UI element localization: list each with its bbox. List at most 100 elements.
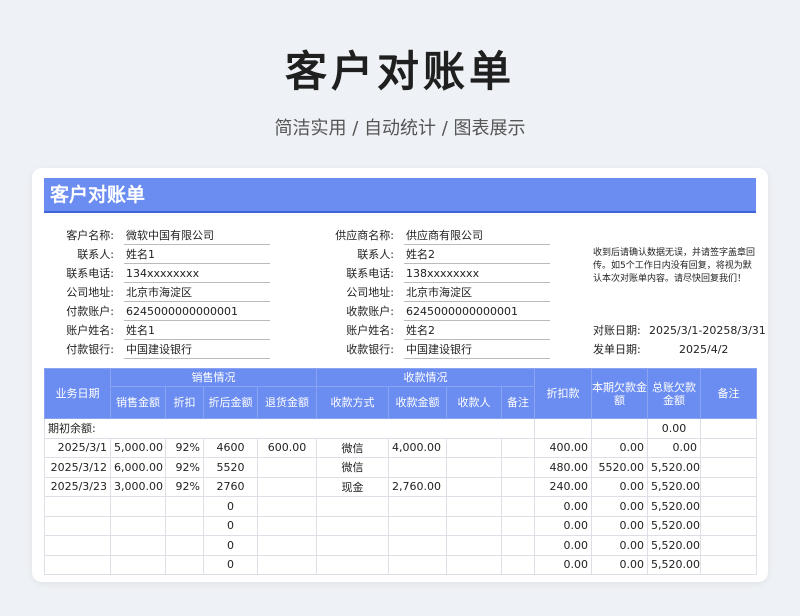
table-cell[interactable] bbox=[388, 496, 447, 517]
table-cell[interactable]: 微信 bbox=[316, 437, 389, 458]
table-cell[interactable] bbox=[388, 457, 447, 478]
table-cell[interactable] bbox=[44, 554, 111, 575]
table-cell[interactable] bbox=[446, 457, 502, 478]
table-cell[interactable] bbox=[388, 535, 447, 556]
table-cell[interactable] bbox=[501, 515, 535, 536]
table-cell[interactable]: 0.00 bbox=[591, 496, 648, 517]
table-cell[interactable] bbox=[257, 515, 317, 536]
table-cell[interactable]: 0.00 bbox=[591, 515, 648, 536]
table-cell[interactable]: 0.00 bbox=[534, 496, 592, 517]
table-cell[interactable] bbox=[257, 476, 317, 497]
table-cell[interactable]: 0.00 bbox=[591, 535, 648, 556]
table-cell[interactable] bbox=[110, 515, 166, 536]
table-cell[interactable]: 2025/3/1 bbox=[44, 437, 111, 458]
table-cell[interactable] bbox=[446, 554, 502, 575]
table-cell[interactable]: 0.00 bbox=[647, 437, 701, 458]
table-cell[interactable]: 92% bbox=[165, 437, 204, 458]
table-cell[interactable]: 2760 bbox=[203, 476, 258, 497]
customer-name-field[interactable]: 微软中国有限公司 bbox=[124, 226, 270, 245]
table-cell[interactable] bbox=[110, 496, 166, 517]
customer-address-field[interactable]: 北京市海淀区 bbox=[124, 283, 270, 302]
table-cell[interactable] bbox=[700, 457, 757, 478]
table-cell[interactable] bbox=[316, 515, 389, 536]
customer-contact-field[interactable]: 姓名1 bbox=[124, 245, 270, 264]
table-cell[interactable]: 0 bbox=[203, 535, 258, 556]
supplier-address-field[interactable]: 北京市海淀区 bbox=[404, 283, 550, 302]
table-cell[interactable]: 400.00 bbox=[534, 437, 592, 458]
table-cell[interactable] bbox=[165, 515, 204, 536]
table-cell[interactable] bbox=[257, 535, 317, 556]
table-cell[interactable] bbox=[388, 515, 447, 536]
table-cell[interactable]: 5,520.00 bbox=[647, 535, 701, 556]
table-cell[interactable] bbox=[700, 515, 757, 536]
table-cell[interactable] bbox=[446, 476, 502, 497]
table-cell[interactable] bbox=[257, 457, 317, 478]
table-cell[interactable] bbox=[446, 437, 502, 458]
supplier-name-field[interactable]: 供应商有限公司 bbox=[404, 226, 550, 245]
table-cell[interactable] bbox=[534, 418, 592, 439]
table-cell[interactable] bbox=[501, 554, 535, 575]
supplier-bank-field[interactable]: 中国建设银行 bbox=[404, 340, 550, 359]
table-cell[interactable] bbox=[388, 554, 447, 575]
opening-balance-value[interactable]: 0.00 bbox=[647, 418, 701, 439]
table-cell[interactable]: 3,000.00 bbox=[110, 476, 166, 497]
table-cell[interactable]: 5,000.00 bbox=[110, 437, 166, 458]
table-cell[interactable]: 6,000.00 bbox=[110, 457, 166, 478]
table-cell[interactable] bbox=[501, 476, 535, 497]
table-cell[interactable] bbox=[44, 515, 111, 536]
supplier-account-name-field[interactable]: 姓名2 bbox=[404, 321, 550, 340]
table-cell[interactable]: 现金 bbox=[316, 476, 389, 497]
table-cell[interactable]: 240.00 bbox=[534, 476, 592, 497]
table-cell[interactable] bbox=[44, 496, 111, 517]
supplier-contact-field[interactable]: 姓名2 bbox=[404, 245, 550, 264]
table-cell[interactable]: 2025/3/23 bbox=[44, 476, 111, 497]
table-cell[interactable] bbox=[501, 535, 535, 556]
table-cell[interactable]: 5,520.00 bbox=[647, 496, 701, 517]
table-cell[interactable]: 0.00 bbox=[534, 535, 592, 556]
table-cell[interactable] bbox=[700, 535, 757, 556]
table-cell[interactable]: 4600 bbox=[203, 437, 258, 458]
customer-account-name-field[interactable]: 姓名1 bbox=[124, 321, 270, 340]
supplier-account-field[interactable]: 6245000000000001 bbox=[404, 302, 550, 321]
table-cell[interactable] bbox=[316, 535, 389, 556]
table-cell[interactable] bbox=[446, 535, 502, 556]
customer-account-field[interactable]: 6245000000000001 bbox=[124, 302, 270, 321]
table-cell[interactable]: 0.00 bbox=[534, 554, 592, 575]
supplier-phone-field[interactable]: 138xxxxxxxx bbox=[404, 264, 550, 283]
table-cell[interactable]: 0 bbox=[203, 554, 258, 575]
table-cell[interactable] bbox=[700, 496, 757, 517]
table-cell[interactable]: 微信 bbox=[316, 457, 389, 478]
table-cell[interactable]: 2025/3/12 bbox=[44, 457, 111, 478]
customer-bank-field[interactable]: 中国建设银行 bbox=[124, 340, 270, 359]
table-cell[interactable] bbox=[165, 554, 204, 575]
table-cell[interactable] bbox=[446, 515, 502, 536]
table-cell[interactable] bbox=[110, 535, 166, 556]
table-cell[interactable]: 92% bbox=[165, 457, 204, 478]
table-cell[interactable] bbox=[316, 496, 389, 517]
table-cell[interactable] bbox=[700, 437, 757, 458]
table-cell[interactable] bbox=[501, 457, 535, 478]
table-cell[interactable]: 2,760.00 bbox=[388, 476, 447, 497]
table-cell[interactable] bbox=[446, 496, 502, 517]
table-cell[interactable]: 0.00 bbox=[591, 476, 648, 497]
table-cell[interactable] bbox=[165, 535, 204, 556]
table-cell[interactable]: 5520.00 bbox=[591, 457, 648, 478]
table-cell[interactable]: 92% bbox=[165, 476, 204, 497]
table-cell[interactable]: 5520 bbox=[203, 457, 258, 478]
table-cell[interactable] bbox=[257, 554, 317, 575]
table-cell[interactable] bbox=[700, 476, 757, 497]
table-cell[interactable] bbox=[44, 535, 111, 556]
table-cell[interactable]: 0.00 bbox=[591, 554, 648, 575]
table-cell[interactable]: 480.00 bbox=[534, 457, 592, 478]
table-cell[interactable]: 0.00 bbox=[534, 515, 592, 536]
table-cell[interactable]: 5,520.00 bbox=[647, 457, 701, 478]
table-cell[interactable] bbox=[501, 496, 535, 517]
table-cell[interactable] bbox=[700, 418, 757, 439]
table-cell[interactable]: 0.00 bbox=[591, 437, 648, 458]
table-cell[interactable]: 600.00 bbox=[257, 437, 317, 458]
table-cell[interactable]: 0 bbox=[203, 496, 258, 517]
table-cell[interactable] bbox=[700, 554, 757, 575]
table-cell[interactable]: 5,520.00 bbox=[647, 476, 701, 497]
table-cell[interactable] bbox=[316, 554, 389, 575]
customer-phone-field[interactable]: 134xxxxxxxx bbox=[124, 264, 270, 283]
